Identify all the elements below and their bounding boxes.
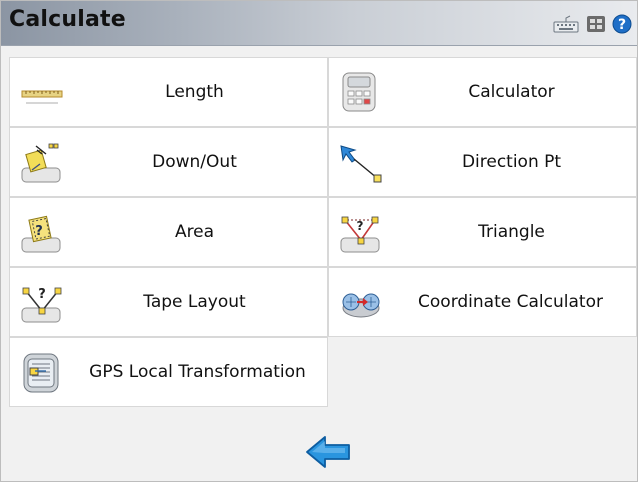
- menu-item-label: GPS Local Transformation: [89, 362, 306, 382]
- menu-item-label: Coordinate Calculator: [418, 292, 603, 312]
- menu-item-label: Triangle: [478, 222, 545, 242]
- svg-text:?: ?: [618, 17, 626, 33]
- svg-text:?: ?: [38, 287, 46, 302]
- length-button[interactable]: Length: [9, 57, 328, 127]
- menu-item-label: Direction Pt: [461, 152, 562, 172]
- menu-item-label: Down/Out: [152, 152, 237, 172]
- down-out-button[interactable]: Down/Out: [9, 127, 328, 197]
- page-title: Calculate: [9, 7, 126, 32]
- coordinate-calculator-icon: [342, 293, 380, 318]
- keyboard-icon[interactable]: [553, 15, 579, 33]
- area-icon: ?: [21, 215, 61, 253]
- help-icon[interactable]: ?: [612, 14, 632, 34]
- menu-item-label: Tape Layout: [143, 292, 246, 312]
- back-arrow-icon[interactable]: [303, 431, 353, 473]
- menu-item-label: Calculator: [468, 82, 555, 102]
- triangle-button[interactable]: ? Triangle: [328, 197, 637, 267]
- tape-layout-icon: ?: [21, 287, 62, 323]
- gps-transform-icon: [23, 353, 59, 393]
- down-out-icon: [21, 143, 61, 183]
- ruler-icon: [21, 90, 63, 104]
- grid-icon[interactable]: [586, 15, 606, 33]
- gps-local-transformation-button[interactable]: GPS Local Transformation: [9, 337, 328, 407]
- svg-text:?: ?: [35, 224, 43, 239]
- direction-point-icon: [340, 145, 382, 183]
- menu-item-label: Area: [174, 222, 215, 242]
- menu-item-label: Length: [165, 82, 224, 102]
- tape-layout-button[interactable]: ? Tape Layout: [9, 267, 328, 337]
- calculator-button[interactable]: Calculator: [328, 57, 637, 127]
- title-bar: Calculate ?: [1, 1, 637, 46]
- calculate-window: Calculate ? Length Calculator Down/Out D…: [0, 0, 638, 482]
- calculator-icon: [342, 72, 376, 112]
- triangle-icon: ?: [340, 216, 380, 253]
- area-button[interactable]: ? Area: [9, 197, 328, 267]
- svg-text:?: ?: [357, 219, 364, 233]
- coordinate-calculator-button[interactable]: Coordinate Calculator: [328, 267, 637, 337]
- direction-pt-button[interactable]: Direction Pt: [328, 127, 637, 197]
